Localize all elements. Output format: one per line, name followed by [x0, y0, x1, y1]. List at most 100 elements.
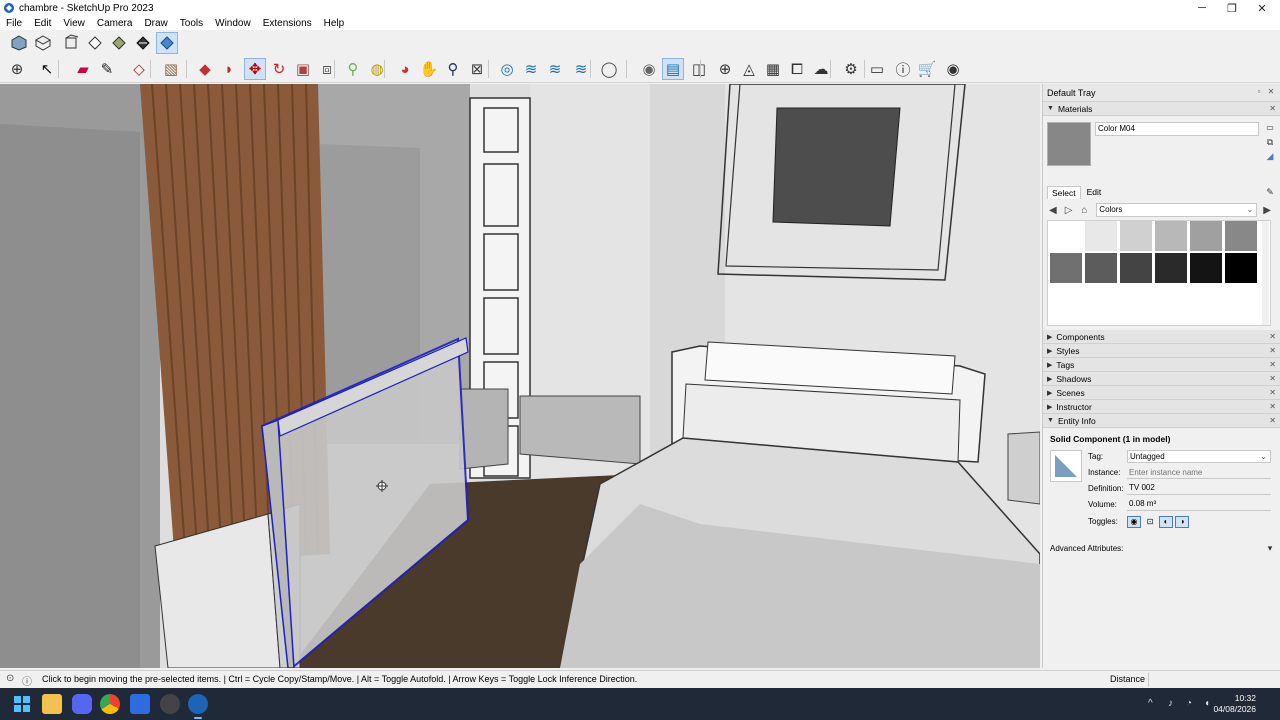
- 3d-viewport[interactable]: [0, 84, 1040, 668]
- visibility-toggle-icon[interactable]: ◉: [1127, 516, 1141, 528]
- menu-help[interactable]: Help: [318, 18, 351, 29]
- material-swatch[interactable]: [1085, 253, 1117, 283]
- tag-select[interactable]: Untagged ⌄: [1127, 450, 1271, 463]
- zoom-icon[interactable]: ⚲: [442, 58, 464, 80]
- measurements-box[interactable]: [1148, 673, 1278, 687]
- volume-icon[interactable]: ◖: [1204, 698, 1210, 709]
- material-swatch[interactable]: [1120, 221, 1152, 251]
- zoom-window-icon[interactable]: ⊠: [466, 58, 488, 80]
- library-select[interactable]: Colors ⌄: [1096, 203, 1258, 217]
- clock[interactable]: 10:32 04/08/2026: [1213, 693, 1256, 715]
- cloud-icon[interactable]: ☁: [810, 58, 832, 80]
- panel-header-components[interactable]: ▶ Components ✕: [1043, 330, 1280, 344]
- swatch-scrollbar[interactable]: [1262, 221, 1269, 325]
- user-account-icon[interactable]: ◯: [598, 58, 620, 80]
- tape-measure-icon[interactable]: ⚲: [342, 58, 364, 80]
- windows-start-icon[interactable]: [12, 694, 32, 714]
- panel-header-shadows[interactable]: ▶ Shadows ✕: [1043, 372, 1280, 386]
- follow-me-icon[interactable]: ◗: [218, 58, 240, 80]
- front-view-icon[interactable]: [60, 32, 82, 54]
- material-name-field[interactable]: Color M04: [1095, 122, 1259, 136]
- trim-icon[interactable]: ▤: [662, 58, 684, 80]
- display-secondary-icon[interactable]: ▭: [1264, 122, 1276, 134]
- instance-name-input[interactable]: [1127, 466, 1271, 479]
- lock-toggle-icon[interactable]: ⊡: [1143, 516, 1157, 528]
- tab-edit[interactable]: Edit: [1083, 186, 1106, 199]
- app-icon[interactable]: [130, 694, 150, 714]
- back-view-icon[interactable]: [108, 32, 130, 54]
- chrome-icon[interactable]: [100, 694, 120, 714]
- sample-paint-icon[interactable]: ✎: [1264, 186, 1276, 198]
- menu-camera[interactable]: Camera: [91, 18, 139, 29]
- menu-file[interactable]: File: [0, 18, 28, 29]
- forward-arrow-icon[interactable]: ▷: [1063, 205, 1075, 216]
- material-swatch[interactable]: [1085, 221, 1117, 251]
- panel-close-icon[interactable]: ✕: [1269, 104, 1276, 113]
- material-swatch[interactable]: [1190, 221, 1222, 251]
- microphone-icon[interactable]: ♪: [1168, 698, 1173, 709]
- texture-icon[interactable]: ▦: [762, 58, 784, 80]
- select-arrow-icon[interactable]: ↖: [36, 58, 58, 80]
- show-hidden-icons-icon[interactable]: ^: [1148, 698, 1153, 709]
- cast-shadows-toggle-icon[interactable]: ◐: [1159, 516, 1173, 528]
- panel-close-icon[interactable]: ✕: [1269, 360, 1276, 369]
- details-arrow-icon[interactable]: ▶: [1261, 205, 1273, 216]
- outer-shell-icon[interactable]: ◉: [638, 58, 660, 80]
- definition-field[interactable]: TV 002: [1127, 482, 1271, 495]
- cart-icon[interactable]: 🛒: [916, 58, 938, 80]
- paint-bucket-icon[interactable]: ▧: [160, 58, 182, 80]
- add-location-icon[interactable]: ⊕: [714, 58, 736, 80]
- maximize-button[interactable]: ❐: [1216, 0, 1248, 16]
- push-pull-icon[interactable]: ◆: [194, 58, 216, 80]
- attributes-expand-icon[interactable]: ▾: [1264, 542, 1276, 554]
- info-icon[interactable]: ⓘ: [22, 673, 32, 688]
- panel-close-icon[interactable]: ✕: [1269, 388, 1276, 397]
- material-swatch[interactable]: [1120, 253, 1152, 283]
- close-button[interactable]: ✕: [1246, 0, 1278, 16]
- scene-canvas[interactable]: [0, 84, 1040, 668]
- shadow-icon[interactable]: ◬: [738, 58, 760, 80]
- menu-view[interactable]: View: [57, 18, 91, 29]
- material-swatch[interactable]: [1225, 253, 1257, 283]
- discord-icon[interactable]: [72, 694, 92, 714]
- material-swatch[interactable]: [1190, 253, 1222, 283]
- menu-tools[interactable]: Tools: [174, 18, 209, 29]
- material-swatch[interactable]: [1155, 253, 1187, 283]
- zoom-extents-icon[interactable]: ⊕: [6, 58, 28, 80]
- section-cut-icon[interactable]: ≋: [544, 58, 566, 80]
- panel-header-instructor[interactable]: ▶ Instructor ✕: [1043, 400, 1280, 414]
- tray-close-icon[interactable]: ✕: [1266, 87, 1276, 97]
- profile-icon[interactable]: ◉: [942, 58, 964, 80]
- panel-close-icon[interactable]: ✕: [1269, 402, 1276, 411]
- file-explorer-icon[interactable]: [42, 694, 62, 714]
- panel-header-tags[interactable]: ▶ Tags ✕: [1043, 358, 1280, 372]
- tray-pin-icon[interactable]: ▫: [1254, 87, 1264, 97]
- panel-close-icon[interactable]: ✕: [1269, 416, 1276, 425]
- default-material-icon[interactable]: ◢: [1264, 150, 1276, 162]
- move-icon[interactable]: ✥: [244, 58, 266, 80]
- panel-header-scenes[interactable]: ▶ Scenes ✕: [1043, 386, 1280, 400]
- scale-icon[interactable]: ▣: [292, 58, 314, 80]
- github-icon[interactable]: [160, 694, 180, 714]
- split-icon[interactable]: ◫: [688, 58, 710, 80]
- menu-extensions[interactable]: Extensions: [257, 18, 318, 29]
- sketchup-taskbar-icon[interactable]: [188, 694, 208, 719]
- layout-icon[interactable]: ▭: [866, 58, 888, 80]
- section-fill-icon[interactable]: ≋: [570, 58, 592, 80]
- settings-icon[interactable]: ⚙: [840, 58, 862, 80]
- minimize-button[interactable]: ─: [1186, 0, 1218, 16]
- geo-location-icon[interactable]: ⊙: [6, 673, 14, 684]
- panel-close-icon[interactable]: ✕: [1269, 332, 1276, 341]
- create-material-icon[interactable]: ⧉: [1264, 136, 1276, 148]
- back-arrow-icon[interactable]: ◀: [1047, 205, 1059, 216]
- material-swatch[interactable]: [1225, 221, 1257, 251]
- photo-icon[interactable]: ⧠: [786, 58, 808, 80]
- menu-edit[interactable]: Edit: [28, 18, 57, 29]
- panel-close-icon[interactable]: ✕: [1269, 374, 1276, 383]
- pan-icon[interactable]: ✋: [418, 58, 440, 80]
- section-plane-icon[interactable]: ◎: [496, 58, 518, 80]
- eraser-icon[interactable]: ▰: [72, 58, 94, 80]
- panel-header-styles[interactable]: ▶ Styles ✕: [1043, 344, 1280, 358]
- materials-panel-header[interactable]: ▼ Materials ✕: [1043, 102, 1280, 116]
- menu-draw[interactable]: Draw: [138, 18, 173, 29]
